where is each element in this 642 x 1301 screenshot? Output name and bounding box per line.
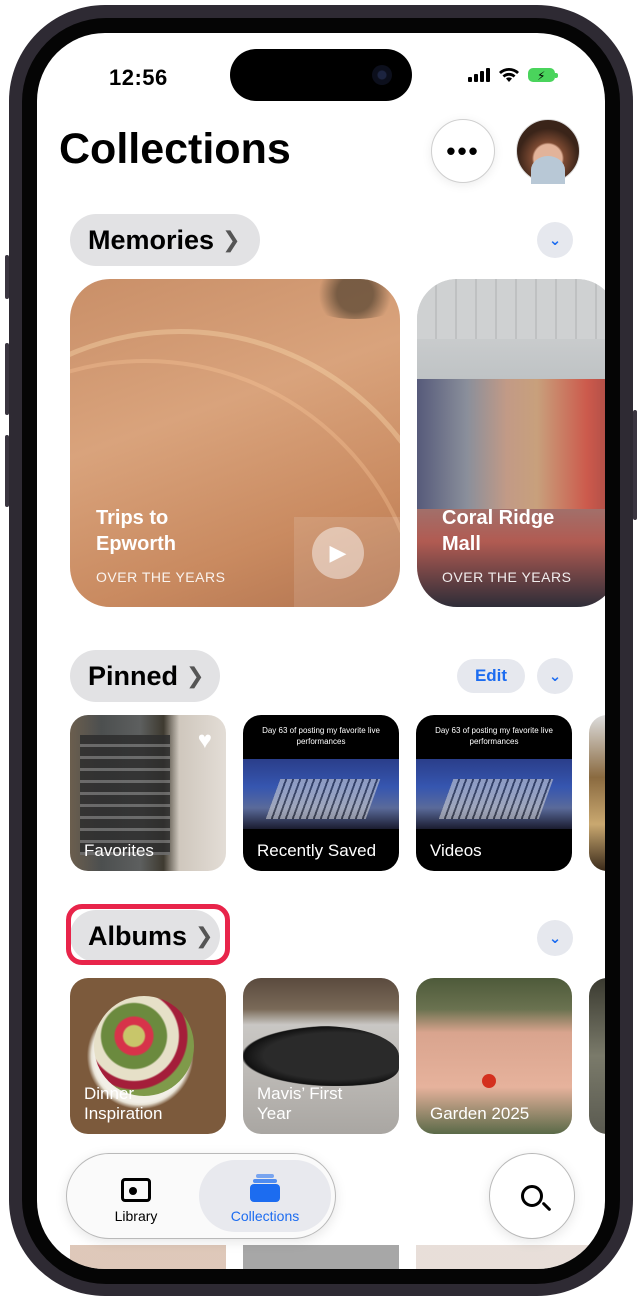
album-tile[interactable]: Dinner Inspiration: [70, 978, 226, 1134]
tile-label: Videos: [430, 841, 482, 860]
tile-label: Favorites: [84, 841, 154, 860]
memory-subtitle: OVER THE YEARS: [442, 569, 572, 585]
album-label: Mavis’ First Year: [257, 1084, 343, 1123]
breaker-panel-image: [80, 735, 170, 855]
dog-image: [243, 1026, 399, 1086]
volume-down-button: [5, 435, 9, 507]
tomato-image: [482, 1074, 496, 1088]
blurred-people-image: [417, 379, 605, 509]
tree-silhouette: [300, 279, 400, 319]
tab-label: Collections: [230, 1208, 300, 1224]
albums-collapse-chevron-icon[interactable]: ⌄: [537, 920, 573, 956]
camera-icon: [372, 65, 392, 85]
more-options-button[interactable]: •••: [431, 119, 495, 183]
photo-library-icon: [121, 1178, 151, 1202]
power-button: [633, 410, 637, 520]
memory-title: Trips to Epworth: [96, 507, 176, 555]
memories-section-label: Memories: [88, 224, 215, 255]
album-tile[interactable]: Garden 2025: [416, 978, 572, 1134]
account-avatar[interactable]: [516, 119, 580, 184]
status-time: 12:56: [109, 65, 168, 90]
album-tile[interactable]: Mavis’ First Year: [243, 978, 399, 1134]
album-tile-peek[interactable]: [589, 978, 605, 1134]
edit-button[interactable]: Edit: [457, 659, 525, 693]
action-button: [5, 255, 9, 299]
memories-section-button[interactable]: Memories ❯: [70, 214, 260, 266]
volume-up-button: [5, 343, 9, 415]
pinned-section-label: Pinned: [88, 660, 179, 691]
pinned-collapse-chevron-icon[interactable]: ⌄: [537, 658, 573, 694]
memory-title: Coral Ridge Mall: [442, 507, 555, 555]
pinned-tile-recently-saved[interactable]: Day 63 of posting my favorite live perfo…: [243, 715, 399, 871]
tab-library[interactable]: Library: [73, 1160, 199, 1232]
highlight-outline: [66, 904, 230, 965]
memory-card[interactable]: ▶ Trips to Epworth OVER THE YEARS: [70, 279, 400, 607]
next-row-peek: [70, 1245, 590, 1269]
memory-subtitle: OVER THE YEARS: [96, 569, 226, 585]
tab-bar: Library Collections: [66, 1153, 336, 1239]
album-label: Garden 2025: [430, 1104, 530, 1123]
salad-image: [94, 996, 194, 1096]
pinned-tile-videos[interactable]: Day 63 of posting my favorite live perfo…: [416, 715, 572, 871]
piano-image: [243, 759, 399, 829]
search-button[interactable]: [489, 1153, 575, 1239]
memory-card[interactable]: Coral Ridge Mall OVER THE YEARS: [417, 279, 605, 607]
video-overlay-text: Day 63 of posting my favorite live perfo…: [435, 726, 553, 746]
chevron-right-icon: ❯: [186, 663, 205, 688]
memories-collapse-chevron-icon[interactable]: ⌄: [537, 222, 573, 258]
page-title: Collections: [59, 125, 291, 173]
cellular-signal-icon: [468, 68, 490, 82]
screen: 12:56 ⚡ Collections ••• Memories ❯ ⌄ ▶ T…: [37, 33, 605, 1269]
chevron-right-icon: ❯: [222, 227, 241, 252]
tile-label: Recently Saved: [257, 841, 377, 860]
video-overlay-text: Day 63 of posting my favorite live perfo…: [262, 726, 380, 746]
status-icons: ⚡: [468, 67, 558, 83]
tab-collections[interactable]: Collections: [199, 1160, 331, 1232]
dynamic-island: [230, 49, 412, 101]
battery-icon: ⚡: [528, 68, 558, 83]
collections-icon: [248, 1174, 282, 1202]
tab-label: Library: [114, 1208, 158, 1224]
album-label: Dinner Inspiration: [84, 1084, 163, 1123]
heart-icon: ♥: [197, 727, 212, 754]
wifi-icon: [499, 68, 519, 82]
play-icon[interactable]: ▶: [312, 527, 364, 579]
ceiling-image: [417, 279, 605, 339]
pinned-tile-favorites[interactable]: ♥ Favorites: [70, 715, 226, 871]
search-icon: [521, 1185, 543, 1207]
charging-bolt-icon: ⚡: [537, 69, 546, 83]
piano-image: [416, 759, 572, 829]
pinned-tile-peek[interactable]: [589, 715, 605, 871]
pinned-section-button[interactable]: Pinned ❯: [70, 650, 220, 702]
